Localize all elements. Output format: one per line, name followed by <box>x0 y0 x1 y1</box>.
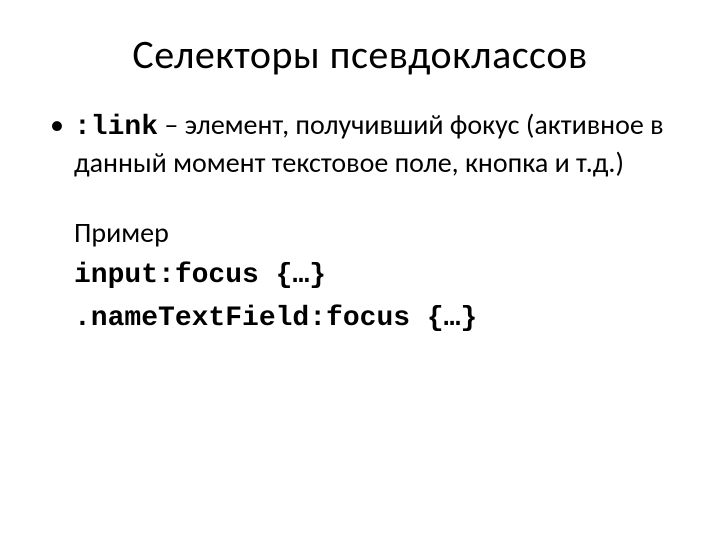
example-2-code: .nameTextField:focus <box>74 303 410 334</box>
bullet-text: :link – элемент, получивший фокус (актив… <box>74 107 670 180</box>
example-label: Пример <box>74 214 670 252</box>
slide-title: Селекторы псевдоклассов <box>50 30 670 79</box>
example-line-2: .nameTextField:focus {…} <box>74 297 670 338</box>
bullet-item: • :link – элемент, получивший фокус (акт… <box>50 107 670 180</box>
example-1-tail: {…} <box>259 260 326 291</box>
bullet-dash-char: – <box>164 107 178 142</box>
bullet-description-text: элемент, получивший фокус (активное в да… <box>74 107 664 180</box>
pseudo-selector-code: :link <box>74 112 158 143</box>
slide: Селекторы псевдоклассов • :link – элемен… <box>0 0 720 540</box>
bullet-marker: • <box>50 107 74 142</box>
example-2-tail: {…} <box>410 303 477 334</box>
example-line-1: input:focus {…} <box>74 254 670 295</box>
example-1-code: input:focus <box>74 260 259 291</box>
